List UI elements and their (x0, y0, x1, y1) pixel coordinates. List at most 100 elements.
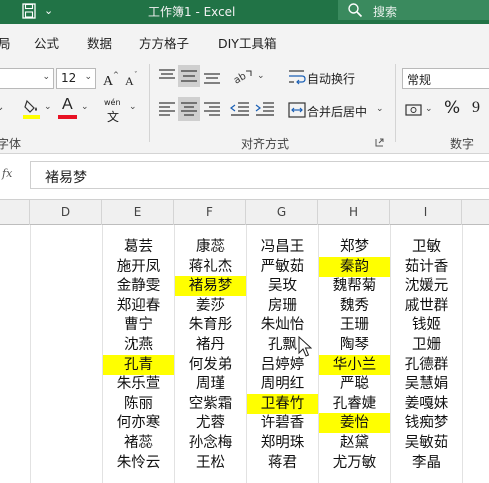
worksheet-grid[interactable]: 葛芸 康蕊 冯昌王 郑梦 卫敏 施开凤 蒋礼杰 严敏茹 秦韵 茹计香 金静雯 褚易梦 吴玫 魏帮菊 沈媛元郑… (0, 225, 489, 483)
comma-style-button[interactable]: 9 (472, 99, 480, 117)
cell-h[interactable]: 严聪 (319, 374, 390, 394)
accounting-format-icon[interactable] (405, 102, 425, 118)
cell-h[interactable]: 王珊 (319, 315, 390, 335)
phonetic-guide-icon[interactable]: wén 文 (104, 98, 128, 124)
chevron-down-icon[interactable]: ⌄ (376, 104, 384, 114)
increase-indent-icon[interactable] (255, 101, 275, 117)
cell-f[interactable]: 周瑾 (175, 374, 246, 394)
chevron-down-icon[interactable]: ⌄ (425, 104, 433, 114)
cell-h[interactable]: 尤万敏 (319, 453, 390, 473)
cell-d[interactable] (31, 335, 102, 355)
chevron-down-icon[interactable]: ⌄ (0, 102, 4, 113)
cell-i[interactable]: 沈媛元 (391, 276, 462, 296)
cell-h[interactable]: 魏秀 (319, 296, 390, 316)
column-header-e[interactable]: E (102, 200, 174, 225)
cell-g[interactable]: 周明红 (247, 374, 318, 394)
cell-g[interactable]: 许碧香 (247, 413, 318, 433)
cell-f[interactable]: 王松 (175, 453, 246, 473)
cell-f[interactable]: 何发弟 (175, 355, 246, 375)
merge-center-icon[interactable] (288, 101, 306, 119)
cell-g[interactable]: 冯昌王 (247, 237, 318, 257)
cell-d[interactable] (31, 315, 102, 335)
cell-e[interactable]: 金静雯 (103, 276, 174, 296)
cell-g[interactable]: 房珊 (247, 296, 318, 316)
cell-d[interactable] (31, 453, 102, 473)
cell-h[interactable]: 秦韵 (319, 256, 390, 277)
cell-j[interactable] (463, 237, 489, 257)
tab-diy-toolbox[interactable]: DIY工具箱 (218, 33, 276, 52)
cell-i[interactable]: 卫敏 (391, 237, 462, 257)
cell-i[interactable]: 钱姬 (391, 315, 462, 335)
cell-j[interactable] (463, 394, 489, 414)
cell-d[interactable] (31, 374, 102, 394)
cell-d[interactable] (31, 276, 102, 296)
cell-h[interactable]: 孔睿婕 (319, 394, 390, 414)
column-header-f[interactable]: F (174, 200, 246, 225)
cell-j[interactable] (463, 335, 489, 355)
align-middle-icon[interactable] (180, 68, 198, 84)
cell-e[interactable]: 施开凤 (103, 257, 174, 277)
cell-e[interactable]: 何亦寒 (103, 413, 174, 433)
cell-i[interactable]: 李晶 (391, 453, 462, 473)
cell-f[interactable]: 姜莎 (175, 296, 246, 316)
cell-i[interactable]: 吴敏茹 (391, 433, 462, 453)
cell-d[interactable] (31, 296, 102, 316)
cell-e[interactable]: 沈燕 (103, 335, 174, 355)
cell-j[interactable] (463, 453, 489, 473)
cell-h[interactable]: 魏帮菊 (319, 276, 390, 296)
cell-i[interactable]: 卫姗 (391, 335, 462, 355)
insert-function-button[interactable]: fx (0, 163, 24, 187)
cell-g[interactable]: 卫春竹 (247, 393, 318, 414)
column-header-g[interactable]: G (246, 200, 318, 225)
cell-i[interactable]: 孔德群 (391, 355, 462, 375)
cell-j[interactable] (463, 315, 489, 335)
cell-h[interactable]: 陶琴 (319, 335, 390, 355)
tab-formulas[interactable]: 公式 (34, 33, 59, 52)
cell-f[interactable]: 尤蓉 (175, 413, 246, 433)
font-color-icon[interactable]: A (58, 96, 80, 120)
cell-i[interactable]: 姜嘎妹 (391, 394, 462, 414)
cell-d[interactable] (31, 257, 102, 277)
cell-g[interactable]: 严敏茹 (247, 257, 318, 277)
cell-j[interactable] (463, 296, 489, 316)
cell-e[interactable]: 葛芸 (103, 237, 174, 257)
cell-e[interactable]: 褚蕊 (103, 433, 174, 453)
cell-f[interactable]: 空紫霜 (175, 394, 246, 414)
cell-h[interactable]: 郑梦 (319, 237, 390, 257)
cell-i[interactable]: 吴慧娟 (391, 374, 462, 394)
cell-e[interactable]: 朱怜云 (103, 453, 174, 473)
chevron-down-icon[interactable]: ⌄ (44, 102, 52, 112)
percent-style-button[interactable]: % (444, 98, 460, 118)
cell-j[interactable] (463, 276, 489, 296)
font-size-combo[interactable]: 12 ⌄ (56, 68, 96, 89)
cell-h[interactable]: 姜怡 (319, 413, 390, 434)
font-name-combo[interactable]: ⌄ (0, 68, 54, 89)
column-header-d[interactable]: D (30, 200, 102, 225)
chevron-down-icon[interactable]: ⌄ (257, 71, 265, 81)
cell-g[interactable]: 蒋君 (247, 453, 318, 473)
chevron-down-icon[interactable]: ⌄ (81, 102, 89, 112)
save-icon[interactable] (22, 3, 36, 19)
cell-d[interactable] (31, 433, 102, 453)
column-header-h[interactable]: H (318, 200, 390, 225)
increase-font-icon[interactable]: A ^ (102, 70, 120, 88)
cell-j[interactable] (463, 374, 489, 394)
cell-i[interactable]: 戚世群 (391, 296, 462, 316)
column-header-i[interactable]: I (390, 200, 462, 225)
cell-i[interactable]: 钱痴梦 (391, 413, 462, 433)
cell-f[interactable]: 褚丹 (175, 335, 246, 355)
align-bottom-icon[interactable] (203, 68, 221, 86)
align-center-icon[interactable] (180, 101, 198, 117)
cell-d[interactable] (31, 394, 102, 414)
cell-j[interactable] (463, 355, 489, 375)
cell-f[interactable]: 孙念梅 (175, 433, 246, 453)
dialog-launcher-icon[interactable] (375, 138, 384, 147)
cell-g[interactable]: 朱灿怡 (247, 315, 318, 335)
number-format-combo[interactable]: 常规 (402, 68, 489, 89)
tab-data[interactable]: 数据 (87, 33, 112, 52)
cell-h[interactable]: 华小兰 (319, 354, 390, 375)
tab-layout[interactable]: 局 (0, 33, 11, 52)
formula-input[interactable]: 褚易梦 (30, 161, 489, 189)
decrease-indent-icon[interactable] (230, 101, 250, 117)
column-header-j[interactable] (462, 200, 489, 225)
